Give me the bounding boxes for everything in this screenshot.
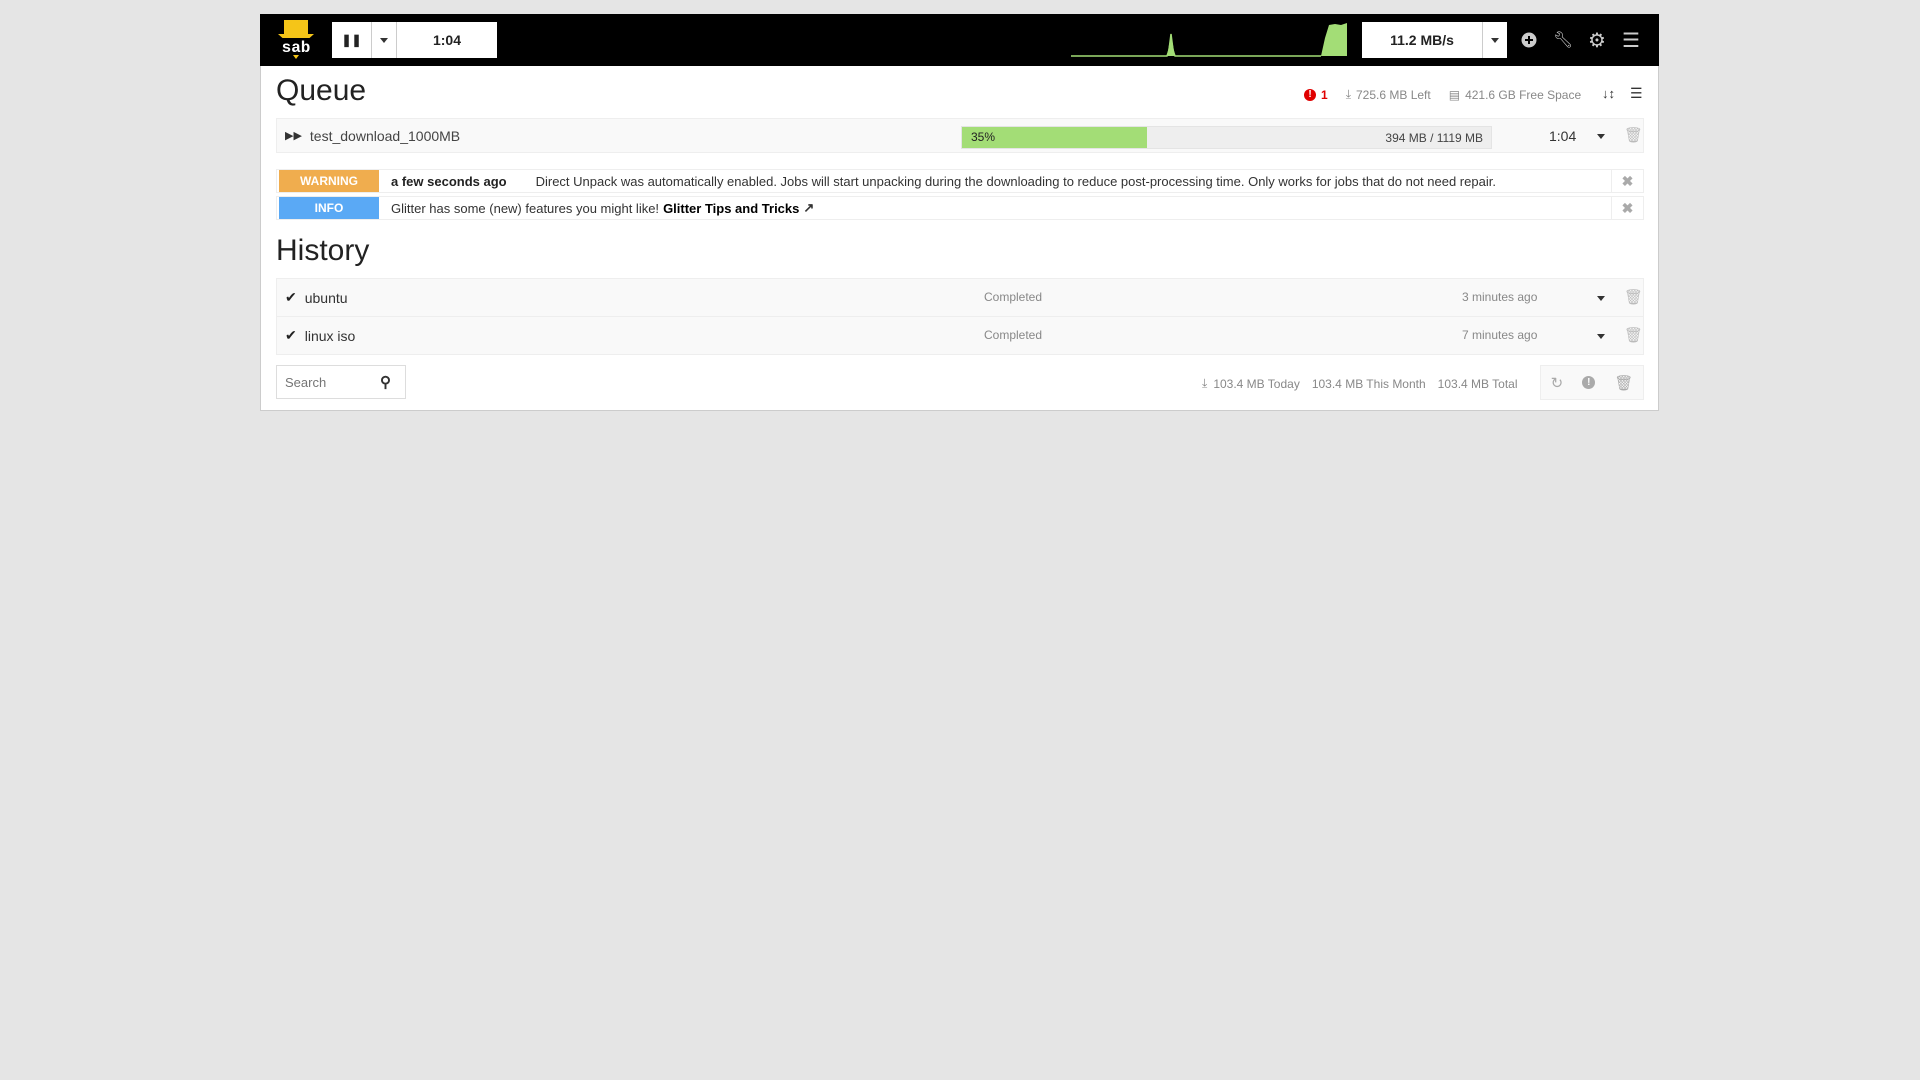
item-dropdown-caret-icon[interactable] <box>1597 134 1605 139</box>
warning-message: WARNING a few seconds ago Direct Unpack … <box>276 169 1644 193</box>
refresh-icon[interactable]: ↻ <box>1551 374 1564 392</box>
item-timeleft: 1:04 <box>1549 128 1577 144</box>
add-nzb-button[interactable] <box>1517 28 1541 52</box>
close-icon[interactable]: ✖ <box>1611 197 1643 219</box>
caret-down-icon <box>1491 37 1499 43</box>
history-search[interactable]: ⚲ <box>276 365 406 399</box>
stats-today: 103.4 MB Today <box>1213 376 1300 391</box>
speed-limit-display[interactable]: 11.2 MB/s <box>1362 22 1482 58</box>
wrench-button[interactable]: 🔧︎ <box>1551 28 1575 52</box>
message-time: a few seconds ago <box>391 173 507 189</box>
progress-fill: 35% <box>962 127 1148 148</box>
queue-item[interactable]: ▶▶ test_download_1000MB 35% 394 MB / 111… <box>276 118 1644 153</box>
timeleft-display: 1:04 <box>396 22 497 58</box>
trash-icon[interactable]: 🗑︎ <box>1624 288 1643 306</box>
trash-icon[interactable]: 🗑︎ <box>1624 326 1643 344</box>
pause-icon: ❚❚ <box>341 33 362 47</box>
speed-dropdown-button[interactable] <box>1482 22 1507 58</box>
progress-size: 394 MB / 1119 MB <box>1385 131 1483 145</box>
item-dropdown-caret-icon[interactable] <box>1597 296 1605 301</box>
queue-item-name: test_download_1000MB <box>309 127 461 144</box>
hdd-icon: ▤ <box>1448 87 1461 102</box>
plus-circle-icon <box>1521 32 1537 48</box>
pause-button[interactable]: ❚❚ <box>332 22 371 58</box>
history-time: 3 minutes ago <box>1462 290 1538 304</box>
close-icon[interactable]: ✖ <box>1611 170 1643 192</box>
history-title: History <box>276 234 370 267</box>
item-dropdown-caret-icon[interactable] <box>1597 334 1605 339</box>
glitter-tips-link[interactable]: Glitter Tips and Tricks <box>663 201 799 216</box>
settings-button[interactable]: ⚙ <box>1585 28 1609 52</box>
history-item-name: ubuntu <box>304 289 348 306</box>
menu-button[interactable]: ☰ <box>1619 28 1643 52</box>
info-badge: INFO <box>279 197 379 219</box>
pause-dropdown-button[interactable] <box>371 22 396 58</box>
queue-left: 725.6 MB Left <box>1356 87 1431 102</box>
tasks-icon: ☰ <box>1630 85 1643 101</box>
trash-icon[interactable]: 🗑︎ <box>1624 126 1643 144</box>
download-icon: ⤓ <box>1345 87 1351 101</box>
sort-button[interactable]: ↓↕ <box>1602 86 1615 101</box>
stats-month: 103.4 MB This Month <box>1311 376 1426 391</box>
fast-forward-icon[interactable]: ▶▶ <box>285 129 302 142</box>
external-link-icon: ↗ <box>803 200 815 215</box>
history-item-name: linux iso <box>304 327 356 344</box>
download-icon: ⤓ <box>1202 376 1208 390</box>
exclamation-circle-icon: ! <box>1304 88 1316 101</box>
history-item[interactable]: ✔ ubuntu Completed 3 minutes ago 🗑︎ <box>276 278 1644 317</box>
trash-icon[interactable]: 🗑︎ <box>1614 374 1633 392</box>
gear-icon: ⚙ <box>1588 29 1606 52</box>
history-actions: ↻ ! 🗑︎ <box>1540 365 1644 400</box>
warning-badge: WARNING <box>279 170 379 192</box>
caret-down-icon <box>380 37 388 43</box>
queue-options-button[interactable]: ☰ <box>1630 85 1643 102</box>
queue-title: Queue <box>276 74 367 107</box>
check-icon: ✔ <box>285 327 297 343</box>
search-input[interactable] <box>285 374 380 390</box>
sab-logo[interactable]: sab <box>278 20 314 60</box>
history-item[interactable]: ✔ linux iso Completed 7 minutes ago 🗑︎ <box>276 316 1644 355</box>
free-space: 421.6 GB Free Space <box>1465 87 1582 102</box>
progress-bar: 35% 394 MB / 1119 MB <box>961 126 1492 149</box>
history-status: Completed <box>984 290 1043 304</box>
wrench-icon: 🔧︎ <box>1552 32 1574 49</box>
history-status: Completed <box>984 328 1043 342</box>
history-time: 7 minutes ago <box>1462 328 1538 342</box>
search-icon[interactable]: ⚲ <box>380 373 391 391</box>
message-text: Glitter has some (new) features you migh… <box>391 200 660 216</box>
message-text: Direct Unpack was automatically enabled.… <box>535 173 1496 189</box>
stats-total: 103.4 MB Total <box>1437 376 1518 391</box>
info-message: INFO Glitter has some (new) features you… <box>276 196 1644 220</box>
check-icon: ✔ <box>285 289 297 305</box>
sort-alpha-icon: ↓↕ <box>1602 86 1615 101</box>
warnings-count[interactable]: ! 1 <box>1304 88 1328 102</box>
exclamation-circle-icon[interactable]: ! <box>1582 376 1596 389</box>
menu-icon: ☰ <box>1622 29 1640 52</box>
speed-graph <box>1071 23 1347 57</box>
svg-text:sab: sab <box>282 39 311 57</box>
